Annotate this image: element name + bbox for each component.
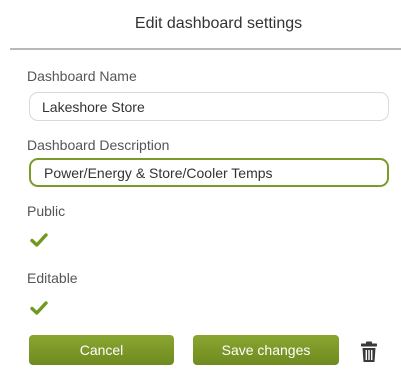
checkmark-icon: [30, 301, 48, 315]
dashboard-name-input[interactable]: [29, 92, 389, 121]
save-changes-button[interactable]: Save changes: [193, 335, 339, 365]
dashboard-description-input[interactable]: [29, 158, 389, 187]
editable-label: Editable: [27, 270, 78, 286]
dialog-header: Edit dashboard settings: [10, 0, 401, 50]
dashboard-name-label: Dashboard Name: [27, 68, 137, 84]
trash-icon[interactable]: [359, 341, 379, 363]
dialog-title: Edit dashboard settings: [134, 15, 303, 32]
public-checkbox[interactable]: [29, 230, 49, 250]
cancel-button[interactable]: Cancel: [29, 335, 174, 365]
editable-checkbox[interactable]: [29, 298, 49, 318]
public-label: Public: [27, 203, 66, 219]
checkmark-icon: [30, 233, 48, 247]
dashboard-description-label: Dashboard Description: [27, 137, 170, 153]
edit-dashboard-dialog: Edit dashboard settings Dashboard Name D…: [0, 0, 401, 377]
